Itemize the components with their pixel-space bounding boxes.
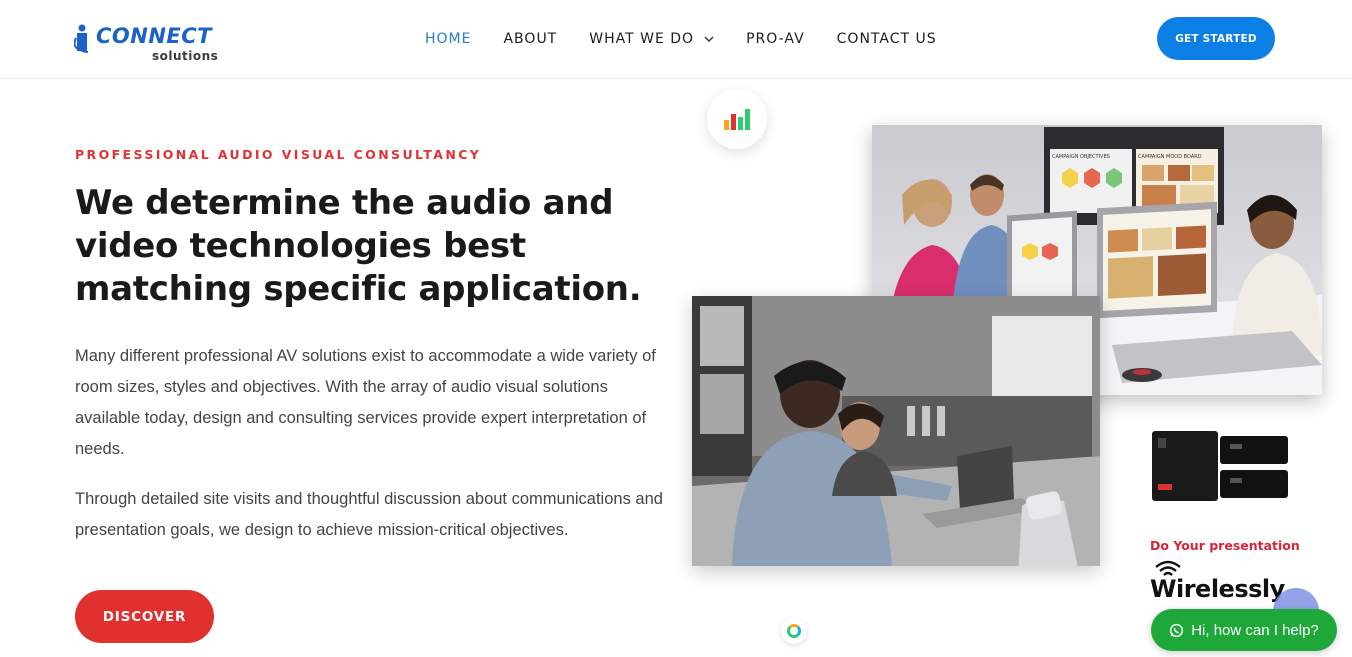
cafe-meeting-illustration	[692, 296, 1100, 566]
get-started-button[interactable]: GET STARTED	[1157, 17, 1275, 60]
nav-pro-av[interactable]: PRO-AV	[746, 28, 805, 50]
screen-right-title: CAMPAIGN MOOD BOARD	[1138, 154, 1202, 160]
site-header: CONNECT solutions HOME ABOUT WHAT WE DO …	[0, 0, 1352, 79]
logo-text: CONNECT	[96, 24, 212, 48]
nav-about[interactable]: ABOUT	[503, 28, 557, 50]
logo[interactable]: CONNECT solutions	[74, 20, 234, 64]
promo-headline: Wirelessly	[1150, 575, 1285, 603]
chevron-down-icon	[704, 36, 714, 42]
nav-contact-us-label: CONTACT US	[836, 31, 937, 47]
cafe-meeting-photo	[692, 296, 1100, 566]
hero-paragraph-1: Many different professional AV solutions…	[75, 347, 656, 458]
kramer-device-illustration	[1152, 431, 1288, 501]
nav-what-we-do-label: WHAT WE DO	[589, 31, 695, 47]
chart-badge	[707, 89, 767, 149]
loader-icon	[781, 618, 807, 644]
hero-headline: We determine the audio and video technol…	[75, 183, 642, 309]
nav-about-label: ABOUT	[503, 31, 558, 47]
hero-eyebrow: PROFESSIONAL AUDIO VISUAL CONSULTANCY	[75, 147, 482, 162]
discover-button[interactable]: DISCOVER	[75, 590, 214, 643]
device-image	[1150, 428, 1290, 503]
whatsapp-chat-button[interactable]: Hi, how can I help?	[1151, 609, 1337, 651]
logo-mark-icon	[74, 24, 89, 53]
main-nav: HOME ABOUT WHAT WE DO PRO-AV CONTACT US	[425, 28, 969, 50]
nav-contact-us[interactable]: CONTACT US	[837, 28, 937, 50]
loader-ring	[787, 624, 801, 638]
screen-left-title: CAMPAIGN OBJECTIVES	[1052, 154, 1110, 160]
nav-what-we-do[interactable]: WHAT WE DO	[589, 28, 714, 50]
hero-paragraph-2: Through detailed site visits and thought…	[75, 490, 663, 539]
nav-home[interactable]: HOME	[425, 28, 471, 50]
nav-home-label: HOME	[425, 31, 472, 47]
logo-subtext: solutions	[152, 49, 219, 63]
bar-chart-icon	[724, 109, 750, 130]
chat-label: Hi, how can I help?	[1191, 621, 1319, 639]
promo-tagline: Do Your presentation	[1150, 538, 1300, 553]
whatsapp-icon	[1170, 623, 1184, 637]
nav-pro-av-label: PRO-AV	[746, 31, 805, 47]
